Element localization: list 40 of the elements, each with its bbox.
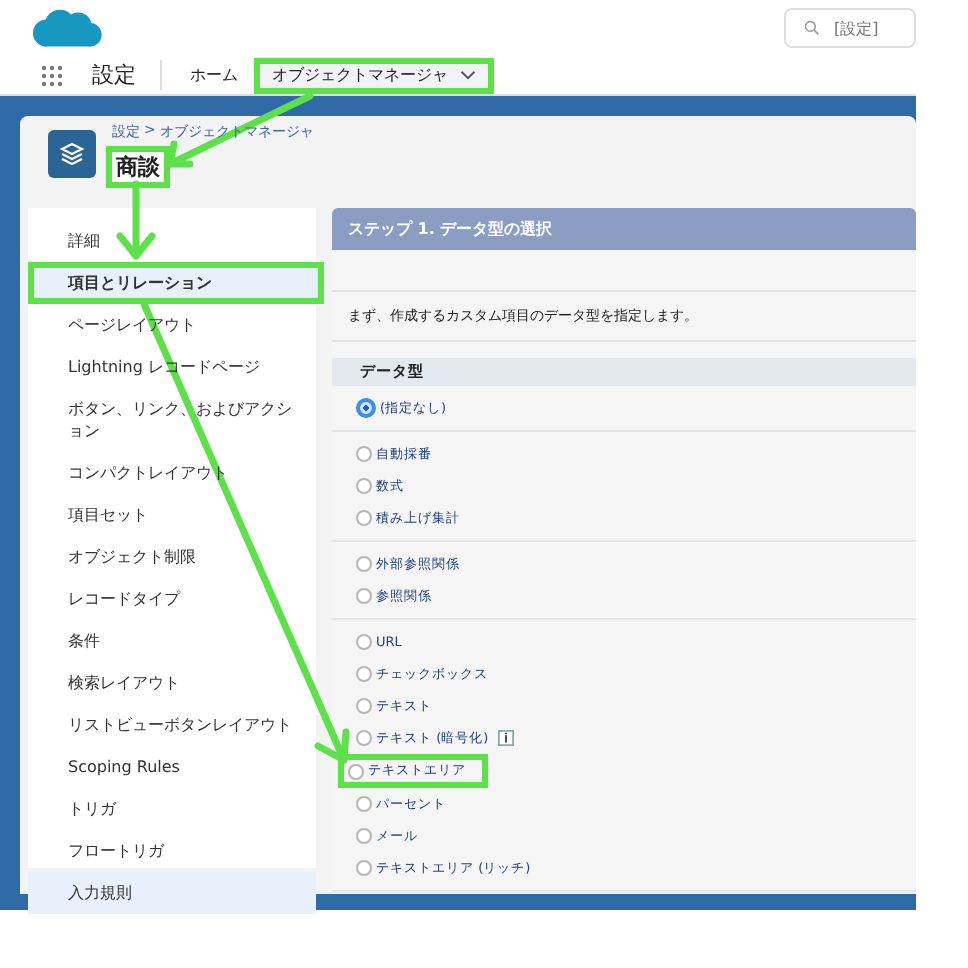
radio-button[interactable] [356, 828, 372, 844]
sidebar-item[interactable]: 検索レイアウト [28, 662, 316, 704]
object-title: 商談 [106, 145, 170, 187]
info-icon[interactable] [498, 730, 515, 746]
radio-button[interactable] [356, 446, 372, 462]
radio-button[interactable] [356, 478, 372, 494]
sidebar-item[interactable]: 項目セット [28, 494, 316, 536]
app-name: 設定 [92, 60, 162, 90]
radio-button[interactable] [356, 698, 372, 714]
radio-button[interactable] [348, 763, 364, 779]
sidebar-item[interactable]: Scoping Rules [28, 746, 316, 788]
app-launcher-icon[interactable] [40, 63, 64, 87]
search-field[interactable]: [設定] [784, 8, 916, 48]
sidebar-item[interactable]: レコードタイプ [28, 578, 316, 620]
radio-button[interactable] [356, 556, 372, 572]
chevron-down-icon [460, 70, 476, 80]
sidebar-item[interactable]: フロートリガ [28, 830, 316, 872]
radio-button[interactable] [356, 510, 372, 526]
sidebar-item[interactable]: 詳細 [28, 220, 316, 262]
radio-button[interactable] [356, 588, 372, 604]
search-icon [804, 20, 820, 36]
nav-tab[interactable]: ホーム [174, 57, 254, 93]
cloud-logo [30, 6, 102, 50]
sidebar-item[interactable]: 入力規則 [28, 872, 316, 914]
nav-tab[interactable]: オブジェクトマネージャ [254, 57, 494, 93]
sidebar-item[interactable]: 項目とリレーション [28, 262, 324, 304]
radio-button[interactable] [356, 730, 372, 746]
radio-button[interactable] [356, 398, 376, 418]
sidebar-item[interactable]: 条件 [28, 620, 316, 662]
annotation-arrow [116, 180, 156, 260]
radio-button[interactable] [356, 796, 372, 812]
radio-button[interactable] [356, 860, 372, 876]
sidebar-item[interactable]: ボタン、リンク、およびアクション [28, 388, 316, 452]
sidebar-item[interactable]: オブジェクト制限 [28, 536, 316, 578]
radio-button[interactable] [356, 666, 372, 682]
step-header: ステップ 1. データ型の選択 [332, 208, 916, 250]
layers-icon [48, 130, 96, 178]
radio-button[interactable] [356, 634, 372, 650]
sidebar-item[interactable]: トリガ [28, 788, 316, 830]
sidebar-item[interactable]: リストビューボタンレイアウト [28, 704, 316, 746]
